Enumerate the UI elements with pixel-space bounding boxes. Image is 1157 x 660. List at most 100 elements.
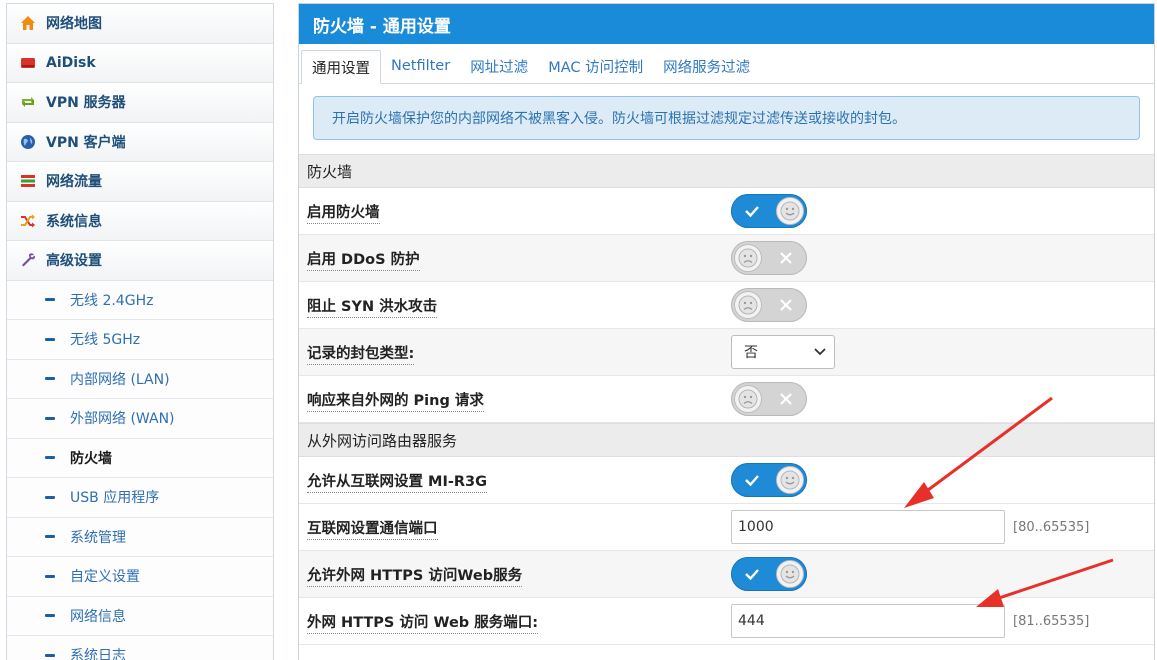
- dash-icon: [45, 574, 55, 578]
- ping-label: 响应来自外网的 Ping 请求: [307, 392, 484, 412]
- sidebar-subitem-wireless-5[interactable]: 无线 5GHz: [7, 320, 273, 360]
- enable-firewall-label: 启用防火墙: [307, 204, 380, 224]
- sidebar-subitem-netinfo[interactable]: 网络信息: [7, 596, 273, 636]
- https-port-label: 外网 HTTPS 访问 Web 服务端口:: [307, 614, 539, 634]
- tab-service-filter[interactable]: 网络服务过滤: [653, 49, 760, 83]
- check-icon: [735, 557, 769, 591]
- tab-bar: 通用设置 Netfilter 网址过滤 MAC 访问控制 网络服务过滤: [299, 44, 1154, 84]
- sidebar-subitem-label: USB 应用程序: [70, 490, 160, 507]
- syn-flood-label: 阻止 SYN 洪水攻击: [307, 298, 438, 318]
- dash-icon: [45, 495, 55, 499]
- sidebar-item-label: 高级设置: [46, 253, 102, 270]
- info-notice: 开启防火墙保护您的内部网络不被黑客入侵。防火墙可根据过滤规定过滤传送或接收的封包…: [313, 96, 1140, 140]
- sidebar-subitem-usb[interactable]: USB 应用程序: [7, 478, 273, 518]
- row-ping: 响应来自外网的 Ping 请求: [299, 376, 1154, 423]
- remote-port-input[interactable]: 1000: [731, 510, 1005, 544]
- sidebar-subitem-label: 外部网络 (WAN): [70, 411, 175, 428]
- dash-icon: [45, 416, 55, 420]
- dash-icon: [45, 377, 55, 381]
- sidebar-item-label: VPN 客户端: [46, 134, 126, 151]
- firewall-panel: 防火墙 - 通用设置 通用设置 Netfilter 网址过滤 MAC 访问控制 …: [298, 3, 1155, 660]
- sidebar-subitem-custom[interactable]: 自定义设置: [7, 557, 273, 597]
- row-remote-port: 互联网设置通信端口 1000 [80..65535]: [299, 504, 1154, 551]
- tab-general[interactable]: 通用设置: [301, 50, 381, 84]
- sidebar-subitem-firewall[interactable]: 防火墙: [7, 438, 273, 478]
- sidebar-item-advanced[interactable]: 高级设置: [7, 241, 273, 281]
- cross-icon: [769, 241, 803, 275]
- sidebar-subitem-lan[interactable]: 内部网络 (LAN): [7, 359, 273, 399]
- section-firewall: 防火墙: [299, 154, 1154, 188]
- row-allow-remote: 允许从互联网设置 MI-R3G: [299, 457, 1154, 504]
- dash-icon: [45, 298, 55, 302]
- sidebar: 网络地图 AiDisk VPN 服务器 VPN 客户端 网络流量 系统信息 高级…: [6, 3, 274, 660]
- tab-mac-filter[interactable]: MAC 访问控制: [538, 49, 653, 83]
- globe-icon: [19, 133, 37, 151]
- sidebar-item-aidisk[interactable]: AiDisk: [7, 43, 273, 83]
- ping-toggle[interactable]: [731, 382, 807, 416]
- row-enable-firewall: 启用防火墙: [299, 188, 1154, 235]
- sidebar-subitem-label: 自定义设置: [70, 569, 140, 586]
- row-https-port: 外网 HTTPS 访问 Web 服务端口: 444 [81..65535]: [299, 598, 1154, 645]
- ddos-label: 启用 DDoS 防护: [307, 251, 420, 271]
- check-icon: [735, 463, 769, 497]
- check-icon: [735, 194, 769, 228]
- https-port-input[interactable]: 444: [731, 604, 1005, 638]
- smile-icon: [776, 560, 804, 588]
- row-https-access: 允许外网 HTTPS 访问Web服务: [299, 551, 1154, 598]
- sidebar-subitem-label: 系统管理: [70, 529, 126, 546]
- syn-flood-toggle[interactable]: [731, 288, 807, 322]
- cross-icon: [769, 382, 803, 416]
- dash-icon: [45, 456, 55, 460]
- frown-icon: [734, 385, 762, 413]
- sidebar-subitem-admin[interactable]: 系统管理: [7, 517, 273, 557]
- allow-remote-toggle[interactable]: [731, 463, 807, 497]
- smile-icon: [776, 197, 804, 225]
- sidebar-item-traffic[interactable]: 网络流量: [7, 162, 273, 202]
- sidebar-item-network-map[interactable]: 网络地图: [7, 4, 273, 44]
- remote-port-range: [80..65535]: [1013, 519, 1090, 535]
- sidebar-subitem-label: 系统日志: [70, 648, 126, 660]
- enable-firewall-toggle[interactable]: [731, 194, 807, 228]
- sidebar-item-label: 网络地图: [46, 16, 102, 33]
- log-type-value: 否: [744, 345, 758, 361]
- sidebar-subitem-label: 无线 5GHz: [70, 332, 141, 349]
- row-log-type: 记录的封包类型: 否: [299, 329, 1154, 376]
- log-type-select[interactable]: 否: [731, 335, 835, 369]
- sidebar-subitem-wireless-24[interactable]: 无线 2.4GHz: [7, 280, 273, 320]
- sidebar-item-label: 系统信息: [46, 213, 102, 230]
- frown-icon: [734, 291, 762, 319]
- sidebar-subitem-label: 防火墙: [70, 450, 112, 467]
- shuffle-icon: [19, 212, 37, 230]
- tab-url-filter[interactable]: 网址过滤: [460, 49, 538, 83]
- sidebar-item-label: VPN 服务器: [46, 95, 126, 112]
- disk-icon: [19, 54, 37, 72]
- smile-icon: [776, 466, 804, 494]
- sidebar-subitem-label: 网络信息: [70, 608, 126, 625]
- sidebar-item-vpn-server[interactable]: VPN 服务器: [7, 83, 273, 123]
- https-port-range: [81..65535]: [1013, 613, 1090, 629]
- ddos-toggle[interactable]: [731, 241, 807, 275]
- home-icon: [19, 14, 37, 32]
- allow-remote-label: 允许从互联网设置 MI-R3G: [307, 473, 488, 493]
- section-wan-access: 从外网访问路由器服务: [299, 423, 1154, 457]
- vpn-server-icon: [19, 93, 37, 111]
- tab-netfilter[interactable]: Netfilter: [381, 49, 460, 83]
- row-ddos: 启用 DDoS 防护: [299, 235, 1154, 282]
- frown-icon: [734, 244, 762, 272]
- sidebar-item-label: AiDisk: [46, 54, 96, 71]
- sidebar-item-system-info[interactable]: 系统信息: [7, 201, 273, 241]
- https-access-label: 允许外网 HTTPS 访问Web服务: [307, 567, 523, 587]
- cross-icon: [769, 288, 803, 322]
- https-access-toggle[interactable]: [731, 557, 807, 591]
- sidebar-item-label: 网络流量: [46, 174, 102, 191]
- dash-icon: [45, 614, 55, 618]
- traffic-icon: [19, 172, 37, 190]
- remote-port-label: 互联网设置通信端口: [307, 520, 438, 540]
- sidebar-subitem-label: 无线 2.4GHz: [70, 292, 154, 309]
- sidebar-subitem-wan[interactable]: 外部网络 (WAN): [7, 399, 273, 439]
- chevron-down-icon: [814, 344, 826, 360]
- sidebar-item-vpn-client[interactable]: VPN 客户端: [7, 122, 273, 162]
- wrench-icon: [19, 251, 37, 269]
- row-syn-flood: 阻止 SYN 洪水攻击: [299, 282, 1154, 329]
- sidebar-subitem-syslog[interactable]: 系统日志: [7, 636, 273, 660]
